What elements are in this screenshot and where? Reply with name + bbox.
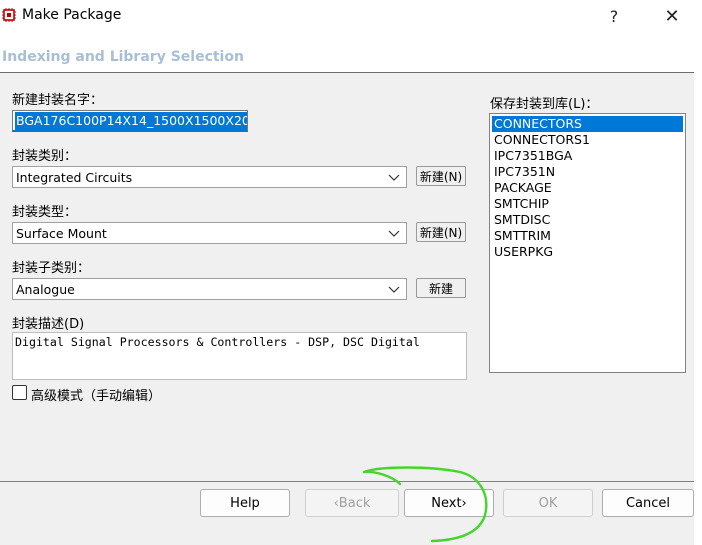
- library-item-smtchip[interactable]: SMTCHIP: [492, 196, 683, 212]
- package-name-input[interactable]: BGA176C100P14X14_1500X1500X205: [12, 110, 248, 132]
- next-button[interactable]: Next›: [404, 489, 494, 517]
- app-icon: [2, 8, 16, 22]
- chevron-down-icon: [388, 230, 400, 237]
- package-type-select[interactable]: Surface Mount: [12, 222, 407, 244]
- new-subtype-button[interactable]: 新建: [416, 278, 466, 298]
- help-title-button[interactable]: ?: [592, 0, 636, 32]
- header-divider: [0, 72, 694, 73]
- close-button[interactable]: ✕: [650, 0, 694, 32]
- package-name-label: 新建封装名字：: [12, 93, 104, 108]
- cancel-button[interactable]: Cancel: [602, 489, 694, 517]
- close-icon: ✕: [664, 5, 680, 27]
- library-item-package[interactable]: PACKAGE: [492, 180, 683, 196]
- chevron-down-icon: [388, 286, 400, 293]
- package-category-label: 封装类别：: [12, 149, 78, 164]
- back-button[interactable]: ‹Back: [305, 489, 399, 517]
- package-description-textarea[interactable]: Digital Signal Processors & Controllers …: [12, 332, 467, 380]
- advanced-mode-label: 高级模式（手动编辑）: [31, 389, 162, 404]
- advanced-mode-checkbox[interactable]: [12, 385, 27, 400]
- help-button[interactable]: Help: [200, 489, 290, 517]
- library-item-smttrim[interactable]: SMTTRIM: [492, 228, 683, 244]
- package-type-value: Surface Mount: [16, 225, 107, 241]
- package-type-label: 封装类型：: [12, 205, 78, 220]
- library-item-userpkg[interactable]: USERPKG: [492, 244, 683, 260]
- window-edge: [694, 32, 702, 545]
- package-category-select[interactable]: Integrated Circuits: [12, 166, 407, 188]
- footer-divider: [0, 481, 694, 482]
- package-description-label: 封装描述(D): [12, 317, 85, 332]
- library-item-ipc7351n[interactable]: IPC7351N: [492, 164, 683, 180]
- library-listbox[interactable]: CONNECTORS CONNECTORS1 IPC7351BGA IPC735…: [489, 113, 686, 373]
- window-title: Make Package: [22, 7, 122, 23]
- library-item-connectors1[interactable]: CONNECTORS1: [492, 132, 683, 148]
- package-name-value: BGA176C100P14X14_1500X1500X205: [15, 112, 247, 130]
- library-item-connectors[interactable]: CONNECTORS: [492, 116, 683, 132]
- library-label: 保存封装到库(L)：: [490, 97, 599, 112]
- new-type-button[interactable]: 新建(N): [416, 222, 466, 242]
- package-description-value: Digital Signal Processors & Controllers …: [15, 335, 420, 349]
- library-item-ipc7351bga[interactable]: IPC7351BGA: [492, 148, 683, 164]
- package-category-value: Integrated Circuits: [16, 169, 133, 185]
- new-category-button[interactable]: 新建(N): [416, 166, 466, 186]
- package-subtype-value: Analogue: [16, 281, 75, 297]
- chevron-down-icon: [388, 174, 400, 181]
- package-subtype-select[interactable]: Analogue: [12, 278, 407, 300]
- question-icon: ?: [609, 6, 619, 26]
- library-item-smtdisc[interactable]: SMTDISC: [492, 212, 683, 228]
- ok-button[interactable]: OK: [503, 489, 593, 517]
- package-subtype-label: 封装子类别：: [12, 261, 91, 276]
- wizard-step-title: Indexing and Library Selection: [2, 49, 244, 65]
